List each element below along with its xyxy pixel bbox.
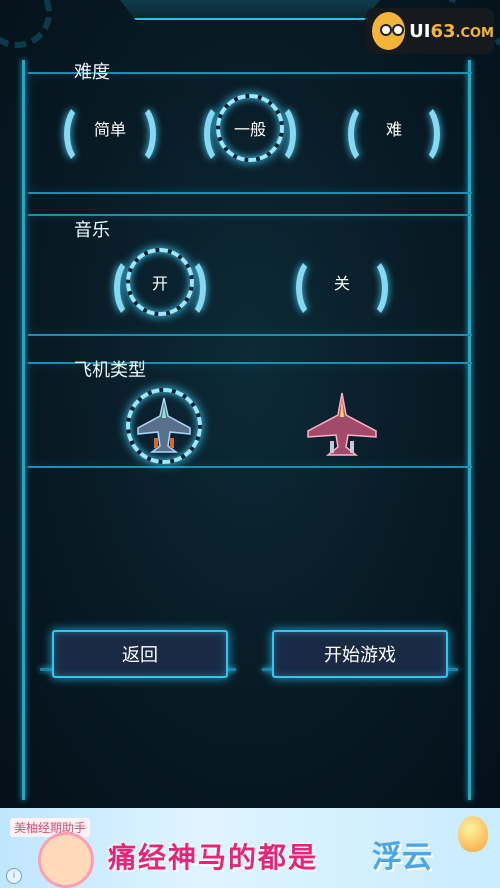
plane-type-title: 飞机类型 [74, 360, 146, 381]
mascot-icon [372, 12, 406, 50]
difficulty-hard-label: 难 [385, 120, 402, 139]
logo-prefix: UI [409, 20, 431, 42]
frame-left-line [22, 60, 25, 800]
back-button[interactable]: 返回 [52, 630, 228, 678]
difficulty-title: 难度 [74, 62, 110, 83]
ad-slogan: 痛经神马的都是 [108, 841, 319, 874]
logo-suffix: .COM [455, 25, 494, 41]
top-frame-bar [120, 0, 380, 20]
plane-option-red[interactable] [302, 386, 382, 466]
difficulty-option-easy[interactable]: 简单 [62, 92, 158, 164]
fighter-jet-blue-icon [137, 397, 191, 453]
site-logo: UI63.COM [366, 8, 494, 54]
cartoon-girl-icon [38, 832, 94, 888]
ad-highlight: 浮云 [372, 840, 432, 875]
music-option-on[interactable]: 开 [112, 246, 208, 318]
difficulty-normal-label: 一般 [233, 120, 266, 139]
music-off-label: 关 [333, 274, 350, 293]
fighter-jet-red-icon [307, 392, 377, 456]
plane-option-blue[interactable] [124, 386, 204, 466]
music-on-label: 开 [151, 274, 168, 293]
start-game-button[interactable]: 开始游戏 [272, 630, 448, 678]
difficulty-option-hard[interactable]: 难 [346, 92, 442, 164]
music-option-off[interactable]: 关 [294, 246, 390, 318]
difficulty-easy-label: 简单 [93, 120, 126, 139]
ad-banner[interactable]: 美柚经期助手 痛经神马的都是 浮云 i [0, 808, 500, 888]
difficulty-option-normal[interactable]: 一般 [202, 92, 298, 164]
hot-air-balloon-icon [458, 816, 488, 852]
ad-info-icon[interactable]: i [6, 868, 22, 884]
music-title: 音乐 [74, 220, 110, 241]
logo-number: 63 [430, 20, 456, 42]
